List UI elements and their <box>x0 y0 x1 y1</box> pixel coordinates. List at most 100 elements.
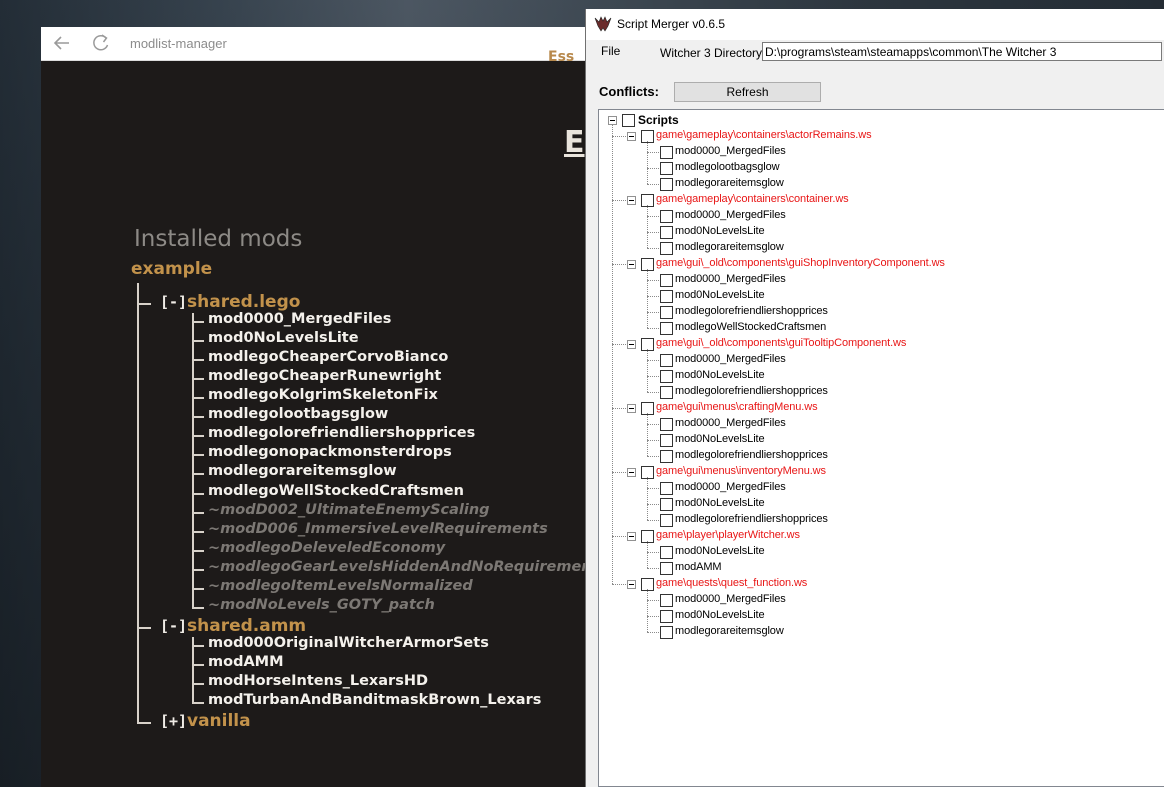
conflict-mod[interactable]: modlegolorefriendliershopprices <box>675 385 828 397</box>
conflict-file[interactable]: game\gui\_old\components\guiTooltipCompo… <box>656 337 906 349</box>
conflict-mod[interactable]: mod0000_MergedFiles <box>675 273 786 285</box>
mod-item[interactable]: mod0NoLevelsLite <box>208 330 359 346</box>
conflict-mod[interactable]: mod0000_MergedFiles <box>675 481 786 493</box>
conflict-mod[interactable]: modlegoWellStockedCraftsmen <box>675 321 826 333</box>
collapse-toggle[interactable] <box>627 260 636 269</box>
mod-item[interactable]: ~modlegoItemLevelsNormalized <box>208 578 473 594</box>
conflict-file[interactable]: game\gui\menus\craftingMenu.ws <box>656 401 818 413</box>
checkbox[interactable] <box>660 386 673 399</box>
collapse-toggle[interactable] <box>627 404 636 413</box>
group-toggle[interactable]: [-] <box>160 617 187 635</box>
checkbox[interactable] <box>660 626 673 639</box>
conflict-file[interactable]: game\gameplay\containers\container.ws <box>656 193 849 205</box>
collapse-toggle[interactable] <box>627 468 636 477</box>
conflict-file[interactable]: game\gui\_old\components\guiShopInventor… <box>656 257 945 269</box>
checkbox[interactable] <box>660 370 673 383</box>
conflict-mod[interactable]: modlegolorefriendliershopprices <box>675 449 828 461</box>
mod-item[interactable]: modlegorareitemsglow <box>208 463 397 479</box>
mod-item[interactable]: mod0000_MergedFiles <box>208 311 391 327</box>
checkbox[interactable] <box>660 546 673 559</box>
mod-item[interactable]: ~modNoLevels_GOTY_patch <box>208 597 435 613</box>
conflict-mod[interactable]: modlegorareitemsglow <box>675 177 784 189</box>
checkbox[interactable] <box>660 242 673 255</box>
conflict-mod[interactable]: mod0NoLevelsLite <box>675 433 765 445</box>
group-toggle[interactable]: [+] <box>160 712 187 730</box>
conflict-file[interactable]: game\quests\quest_function.ws <box>656 577 807 589</box>
mod-item[interactable]: modTurbanAndBanditmaskBrown_Lexars <box>208 692 541 708</box>
mod-item[interactable]: ~modlegoGearLevelsHiddenAndNoRequirement… <box>208 559 601 575</box>
collapse-toggle[interactable] <box>627 132 636 141</box>
checkbox[interactable] <box>660 322 673 335</box>
group-name[interactable]: shared.amm <box>187 616 306 636</box>
checkbox[interactable] <box>660 482 673 495</box>
checkbox[interactable] <box>660 594 673 607</box>
tree-dotted-line <box>647 248 659 249</box>
checkbox[interactable] <box>660 226 673 239</box>
checkbox[interactable] <box>660 210 673 223</box>
conflict-file[interactable]: game\gui\menus\inventoryMenu.ws <box>656 465 826 477</box>
collapse-toggle[interactable] <box>627 580 636 589</box>
directory-input[interactable]: D:\programs\steam\steamapps\common\The W… <box>762 42 1162 61</box>
conflict-mod[interactable]: mod0000_MergedFiles <box>675 145 786 157</box>
checkbox[interactable] <box>660 562 673 575</box>
mod-item[interactable]: modlegoCheaperRunewright <box>208 368 441 384</box>
group-name[interactable]: shared.lego <box>187 292 300 312</box>
conflict-mod[interactable]: modAMM <box>675 561 722 573</box>
checkbox[interactable] <box>622 114 635 127</box>
checkbox[interactable] <box>660 178 673 191</box>
mod-item[interactable]: modHorseIntens_LexarsHD <box>208 673 428 689</box>
mod-item[interactable]: modlegonopackmonsterdrops <box>208 444 452 460</box>
conflict-mod[interactable]: mod0NoLevelsLite <box>675 609 765 621</box>
refresh-button[interactable]: Refresh <box>674 82 821 102</box>
checkbox[interactable] <box>660 498 673 511</box>
conflict-mod[interactable]: modlegolootbagsglow <box>675 161 780 173</box>
checkbox[interactable] <box>660 514 673 527</box>
mod-item[interactable]: ~modD002_UltimateEnemyScaling <box>208 502 490 518</box>
mod-item[interactable]: ~modlegoDeleveledEconomy <box>208 540 445 556</box>
checkbox[interactable] <box>660 290 673 303</box>
collapse-toggle[interactable] <box>608 116 617 125</box>
conflict-mod[interactable]: mod0000_MergedFiles <box>675 417 786 429</box>
conflict-mod[interactable]: mod0000_MergedFiles <box>675 353 786 365</box>
mod-item[interactable]: modlegoWellStockedCraftsmen <box>208 483 464 499</box>
checkbox[interactable] <box>660 434 673 447</box>
conflict-mod[interactable]: mod0000_MergedFiles <box>675 209 786 221</box>
collapse-toggle[interactable] <box>627 196 636 205</box>
conflict-mod[interactable]: mod0000_MergedFiles <box>675 593 786 605</box>
mod-item[interactable]: modlegolorefriendliershopprices <box>208 425 475 441</box>
conflict-mod[interactable]: modlegolorefriendliershopprices <box>675 513 828 525</box>
conflict-mod[interactable]: modlegorareitemsglow <box>675 625 784 637</box>
mod-item[interactable]: ~modD006_ImmersiveLevelRequirements <box>208 521 548 537</box>
menu-file[interactable]: File <box>601 44 620 58</box>
conflict-mod[interactable]: mod0NoLevelsLite <box>675 289 765 301</box>
conflict-mod[interactable]: mod0NoLevelsLite <box>675 545 765 557</box>
checkbox[interactable] <box>660 450 673 463</box>
checkbox[interactable] <box>660 162 673 175</box>
mod-item[interactable]: modlegolootbagsglow <box>208 406 388 422</box>
tree-dotted-line <box>647 616 659 617</box>
checkbox[interactable] <box>660 274 673 287</box>
group-name[interactable]: vanilla <box>187 711 251 731</box>
conflict-file[interactable]: game\gameplay\containers\actorRemains.ws <box>656 129 872 141</box>
back-arrow-icon[interactable] <box>51 32 73 54</box>
group-toggle[interactable]: [-] <box>160 293 187 311</box>
mod-item[interactable]: modAMM <box>208 654 284 670</box>
checkbox[interactable] <box>660 146 673 159</box>
mod-item[interactable]: modlegoCheaperCorvoBianco <box>208 349 448 365</box>
conflict-mod[interactable]: mod0NoLevelsLite <box>675 369 765 381</box>
checkbox[interactable] <box>660 610 673 623</box>
conflict-mod[interactable]: mod0NoLevelsLite <box>675 497 765 509</box>
refresh-icon[interactable] <box>90 32 112 54</box>
checkbox[interactable] <box>660 306 673 319</box>
mod-item[interactable]: modlegoKolgrimSkeletonFix <box>208 387 438 403</box>
checkbox[interactable] <box>660 418 673 431</box>
conflict-mod[interactable]: mod0NoLevelsLite <box>675 225 765 237</box>
conflict-file[interactable]: game\player\playerWitcher.ws <box>656 529 800 541</box>
tree-dotted-line <box>612 344 626 345</box>
checkbox[interactable] <box>660 354 673 367</box>
conflict-mod[interactable]: modlegorareitemsglow <box>675 241 784 253</box>
collapse-toggle[interactable] <box>627 532 636 541</box>
collapse-toggle[interactable] <box>627 340 636 349</box>
conflict-mod[interactable]: modlegolorefriendliershopprices <box>675 305 828 317</box>
mod-item[interactable]: mod000OriginalWitcherArmorSets <box>208 635 489 651</box>
